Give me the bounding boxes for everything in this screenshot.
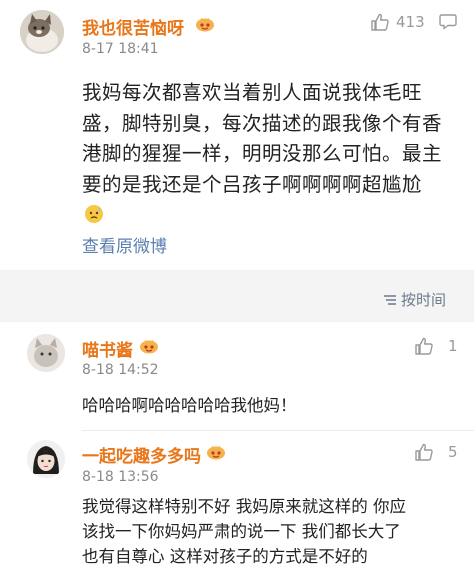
cat-avatar-icon — [27, 334, 65, 372]
comment-like-count: 1 — [448, 337, 458, 355]
thumbs-up-icon — [415, 337, 433, 355]
comment-text-line: 也有自尊心 这样对孩子的方式是不好的 — [82, 547, 368, 566]
post-text: 我妈每次都喜欢当着别人面说我体毛旺盛，脚特别臭，每次描述的跟我像个有香港脚的猩猩… — [82, 81, 443, 196]
comment-username[interactable]: 一起吃趣多多吗 — [82, 442, 201, 467]
post-content: 我妈每次都喜欢当着别人面说我体毛旺盛，脚特别臭，每次描述的跟我像个有香港脚的猩猩… — [82, 78, 442, 231]
username[interactable]: 我也很苦恼呀 — [82, 14, 184, 39]
post-time: 8-17 18:41 — [82, 41, 159, 57]
comment-text-line: 该找一下你妈妈严肃的说一下 我们都长大了 — [82, 522, 401, 541]
comment-time: 8-18 14:52 — [82, 362, 159, 378]
comment-icon[interactable] — [439, 12, 457, 30]
avatar[interactable] — [27, 334, 65, 372]
main-post: 我也很苦恼呀 8-17 18:41 413 我妈每次都喜欢当着别人面说我体毛旺盛… — [0, 0, 474, 270]
comment-text: 哈哈哈啊哈哈哈哈哈我他妈！ — [82, 396, 297, 415]
comment-like-count: 5 — [448, 443, 458, 461]
sort-icon — [383, 294, 396, 305]
avatar[interactable] — [20, 10, 64, 54]
view-original-link[interactable]: 查看原微博 — [82, 232, 167, 257]
comment-text: 我觉得这样特别不好 我妈原来就这样的 你应 该找一下你妈妈严肃的说一下 我们都长… — [82, 494, 406, 569]
thumbs-up-icon — [415, 443, 433, 461]
sort-label: 按时间 — [400, 291, 446, 309]
sweat-emoji-icon — [85, 205, 103, 223]
vip-crown-icon — [196, 18, 214, 32]
sort-by-time-button[interactable]: 按时间 — [383, 289, 446, 310]
comment-like-button[interactable]: 1 — [414, 336, 458, 356]
vip-crown-icon — [207, 446, 225, 460]
comment-time: 8-18 13:56 — [82, 469, 159, 485]
girl-avatar-icon — [27, 440, 65, 478]
comment-username[interactable]: 喵书酱 — [82, 336, 133, 361]
like-button[interactable]: 413 — [370, 12, 425, 32]
vip-crown-icon — [140, 340, 158, 354]
cat-avatar-icon — [20, 10, 64, 54]
comment-like-button[interactable]: 5 — [414, 442, 458, 462]
comment-divider — [82, 430, 474, 431]
comment-text-line: 我觉得这样特别不好 我妈原来就这样的 你应 — [82, 497, 406, 516]
avatar[interactable] — [27, 440, 65, 478]
like-count: 413 — [396, 13, 425, 31]
thumbs-up-icon — [371, 13, 389, 31]
